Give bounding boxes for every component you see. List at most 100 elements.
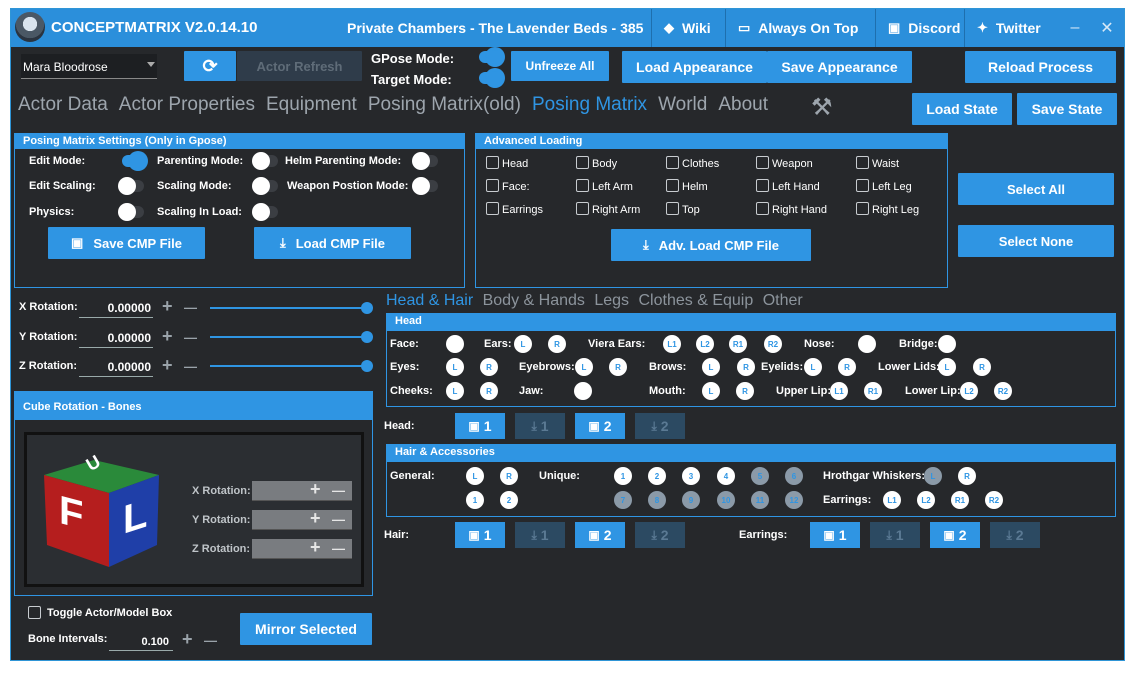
- save-slot-button[interactable]: ▣ 2: [575, 413, 625, 439]
- discord-button[interactable]: ▣ Discord: [875, 9, 965, 47]
- load-slot-button[interactable]: ⤓ 1: [515, 522, 565, 548]
- tab-actor-data[interactable]: Actor Data: [18, 94, 108, 115]
- bone-select-button[interactable]: L: [702, 382, 720, 400]
- edit-scaling-toggle[interactable]: [118, 177, 144, 195]
- load-part-checkbox[interactable]: [576, 179, 589, 192]
- select-none-button[interactable]: Select None: [958, 225, 1114, 257]
- load-part-checkbox[interactable]: [856, 179, 869, 192]
- cube-z-plus[interactable]: +: [310, 537, 321, 558]
- load-part-checkbox[interactable]: [576, 156, 589, 169]
- bone-select-button[interactable]: [938, 335, 956, 353]
- bone-select-button[interactable]: 7: [614, 491, 632, 509]
- bone-minus-button[interactable]: —: [204, 633, 217, 648]
- load-part-checkbox[interactable]: [756, 179, 769, 192]
- save-appearance-button[interactable]: Save Appearance: [767, 51, 912, 83]
- y-plus-button[interactable]: +: [162, 326, 173, 347]
- save-slot-button[interactable]: ▣ 1: [455, 522, 505, 548]
- bone-select-button[interactable]: R1: [951, 491, 969, 509]
- load-part-checkbox[interactable]: [856, 156, 869, 169]
- cube-z-input[interactable]: + —: [252, 537, 352, 559]
- y-minus-button[interactable]: —: [184, 330, 197, 345]
- cube-z-minus[interactable]: —: [332, 541, 345, 556]
- load-appearance-button[interactable]: Load Appearance: [622, 51, 767, 83]
- physics-toggle[interactable]: [118, 203, 144, 221]
- save-state-button[interactable]: Save State: [1017, 93, 1117, 125]
- bone-select-button[interactable]: L: [575, 358, 593, 376]
- save-slot-button[interactable]: ▣ 2: [930, 522, 980, 548]
- bone-select-button[interactable]: 10: [717, 491, 735, 509]
- tools-icon[interactable]: ⚒: [811, 93, 833, 122]
- save-cmp-button[interactable]: ▣ Save CMP File: [48, 227, 205, 259]
- z-rotation-slider[interactable]: [210, 360, 373, 372]
- bone-select-button[interactable]: L1: [883, 491, 901, 509]
- wiki-button[interactable]: ◆ Wiki: [651, 9, 725, 47]
- load-slot-button[interactable]: ⤓ 2: [990, 522, 1040, 548]
- helm-parenting-mode-toggle[interactable]: [412, 152, 438, 170]
- load-part-checkbox[interactable]: [576, 202, 589, 215]
- bone-select-button[interactable]: L: [446, 382, 464, 400]
- tab-clothes-equip[interactable]: Clothes & Equip: [639, 292, 754, 309]
- minimize-button[interactable]: –: [1060, 9, 1090, 47]
- select-all-button[interactable]: Select All: [958, 173, 1114, 205]
- bone-select-button[interactable]: L: [702, 358, 720, 376]
- x-minus-button[interactable]: —: [184, 300, 197, 315]
- bone-select-button[interactable]: 9: [682, 491, 700, 509]
- bone-select-button[interactable]: R: [548, 335, 566, 353]
- bone-select-button[interactable]: R1: [864, 382, 882, 400]
- cube-y-input[interactable]: + —: [252, 508, 352, 530]
- bone-select-button[interactable]: 2: [500, 491, 518, 509]
- bone-select-button[interactable]: R: [480, 382, 498, 400]
- tab-equipment[interactable]: Equipment: [266, 94, 357, 115]
- bone-select-button[interactable]: R: [480, 358, 498, 376]
- mirror-selected-button[interactable]: Mirror Selected: [240, 613, 372, 645]
- actor-dropdown[interactable]: Mara Bloodrose: [21, 54, 157, 79]
- tab-posing-matrix-old[interactable]: Posing Matrix(old): [368, 94, 521, 115]
- tab-body-hands[interactable]: Body & Hands: [483, 292, 585, 309]
- bone-select-button[interactable]: 8: [648, 491, 666, 509]
- target-mode-toggle[interactable]: [479, 69, 504, 87]
- slider-handle[interactable]: [361, 331, 373, 343]
- y-rotation-input[interactable]: 0.00000: [79, 328, 153, 348]
- reload-process-button[interactable]: Reload Process: [965, 51, 1116, 83]
- load-slot-button[interactable]: ⤓ 1: [870, 522, 920, 548]
- unfreeze-all-button[interactable]: Unfreeze All: [511, 51, 609, 81]
- always-on-top-button[interactable]: ▭ Always On Top: [725, 9, 875, 47]
- z-rotation-input[interactable]: 0.00000: [79, 357, 153, 377]
- tab-world[interactable]: World: [658, 94, 707, 115]
- slider-handle[interactable]: [361, 302, 373, 314]
- toggle-actor-box-checkbox[interactable]: [28, 606, 41, 619]
- tab-actor-properties[interactable]: Actor Properties: [119, 94, 255, 115]
- bone-select-button[interactable]: L: [466, 467, 484, 485]
- load-part-checkbox[interactable]: [666, 202, 679, 215]
- bone-select-button[interactable]: R: [958, 467, 976, 485]
- save-slot-button[interactable]: ▣ 2: [575, 522, 625, 548]
- save-slot-button[interactable]: ▣ 1: [455, 413, 505, 439]
- slider-handle[interactable]: [361, 360, 373, 372]
- bone-select-button[interactable]: R: [737, 358, 755, 376]
- tab-about[interactable]: About: [718, 94, 768, 115]
- bone-select-button[interactable]: R1: [729, 335, 747, 353]
- cube-viewport[interactable]: F L U X Rotation: + — Y Rotation: + — Z Ro…: [24, 432, 364, 587]
- edit-mode-toggle[interactable]: [122, 152, 147, 170]
- bone-select-button[interactable]: L1: [830, 382, 848, 400]
- x-rotation-slider[interactable]: [210, 302, 373, 314]
- cube-x-minus[interactable]: —: [332, 483, 345, 498]
- twitter-button[interactable]: ✦ Twitter: [964, 9, 1054, 47]
- scaling-mode-toggle[interactable]: [252, 177, 278, 195]
- adv-load-cmp-button[interactable]: ⤓ Adv. Load CMP File: [611, 229, 811, 261]
- bone-select-button[interactable]: L2: [960, 382, 978, 400]
- refresh-button[interactable]: ⟳: [184, 51, 236, 81]
- cube-y-plus[interactable]: +: [310, 508, 321, 529]
- bone-select-button[interactable]: L: [514, 335, 532, 353]
- bone-select-button[interactable]: R: [500, 467, 518, 485]
- parenting-mode-toggle[interactable]: [252, 152, 278, 170]
- bone-select-button[interactable]: L: [446, 358, 464, 376]
- close-button[interactable]: ✕: [1092, 9, 1122, 47]
- load-slot-button[interactable]: ⤓ 1: [515, 413, 565, 439]
- bone-select-button[interactable]: 4: [717, 467, 735, 485]
- save-slot-button[interactable]: ▣ 1: [810, 522, 860, 548]
- cube-x-input[interactable]: + —: [252, 479, 352, 501]
- x-rotation-input[interactable]: 0.00000: [79, 298, 153, 318]
- cube-x-plus[interactable]: +: [310, 479, 321, 500]
- cube-y-minus[interactable]: —: [332, 512, 345, 527]
